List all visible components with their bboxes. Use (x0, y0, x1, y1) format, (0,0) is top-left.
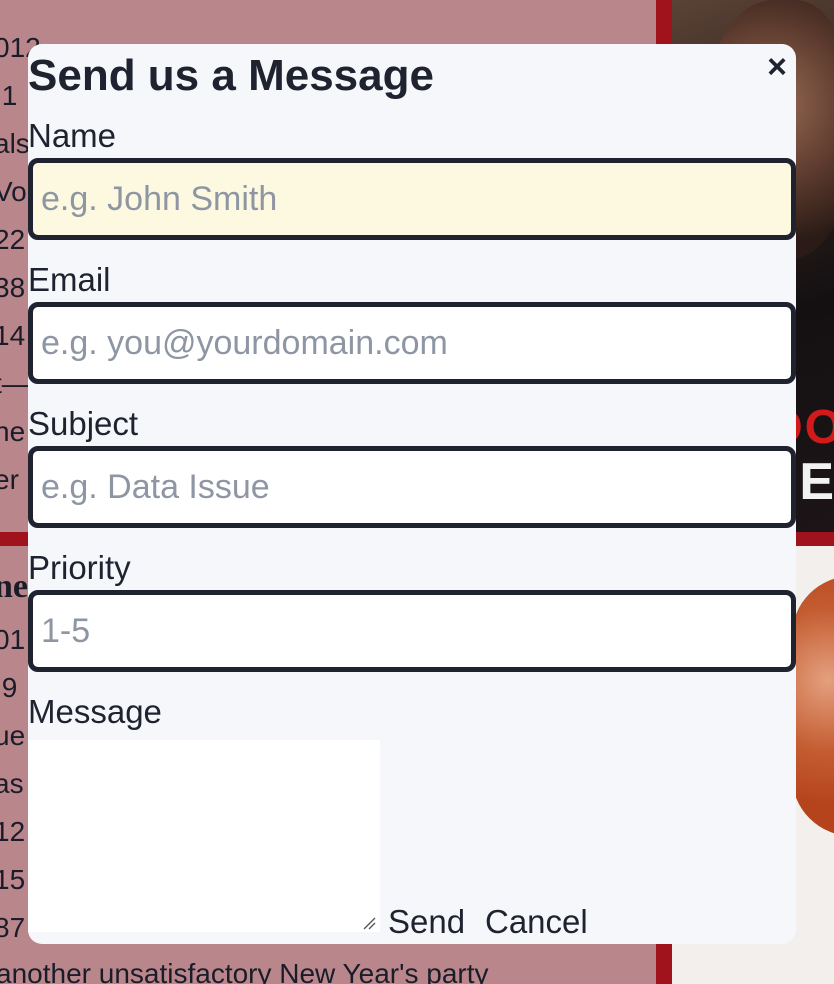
subject-input[interactable] (28, 446, 796, 528)
bg-text-line: als (0, 128, 30, 159)
bg-text-line: as (0, 768, 24, 799)
close-icon: × (767, 48, 787, 86)
bg-text-line: ue (0, 720, 26, 751)
bg-text-line: .9 (0, 672, 18, 703)
resize-grip-icon[interactable] (362, 916, 376, 930)
priority-input[interactable] (28, 590, 796, 672)
email-label: Email (28, 261, 111, 298)
poster-title-text: E (799, 453, 834, 511)
bg-text-line: t— (0, 368, 30, 399)
bg-text-line: Vo (0, 176, 27, 207)
bg-footer-text: another unsatisfactory New Year's party (0, 958, 489, 984)
bg-text-line: 15 (0, 864, 26, 895)
bg-text-line: 38 (0, 272, 26, 303)
bg-text-line: 12 (0, 816, 26, 847)
message-textarea[interactable] (28, 740, 380, 932)
close-button[interactable]: × (762, 50, 792, 84)
name-label: Name (28, 117, 117, 154)
message-label: Message (28, 693, 162, 730)
bg-text-line: 22 (0, 224, 26, 255)
name-input[interactable] (28, 158, 796, 240)
bg-text-line: .1 (0, 80, 18, 111)
bg-text-line: er (0, 464, 19, 495)
bg-text-line: 14 (0, 320, 26, 351)
bg-heading: ne (0, 568, 28, 605)
subject-label: Subject (28, 405, 139, 442)
poster-figure (792, 576, 834, 836)
email-input[interactable] (28, 302, 796, 384)
cancel-button[interactable]: Cancel (485, 902, 588, 942)
send-button[interactable]: Send (388, 902, 465, 942)
contact-modal: Send us a Message × Name Email Subject P… (28, 44, 796, 944)
priority-label: Priority (28, 549, 131, 586)
bg-text-line: 87 (0, 912, 26, 943)
bg-text-line: he (0, 416, 26, 447)
modal-title: Send us a Message (28, 51, 434, 100)
bg-text-line: 01 (0, 624, 26, 655)
